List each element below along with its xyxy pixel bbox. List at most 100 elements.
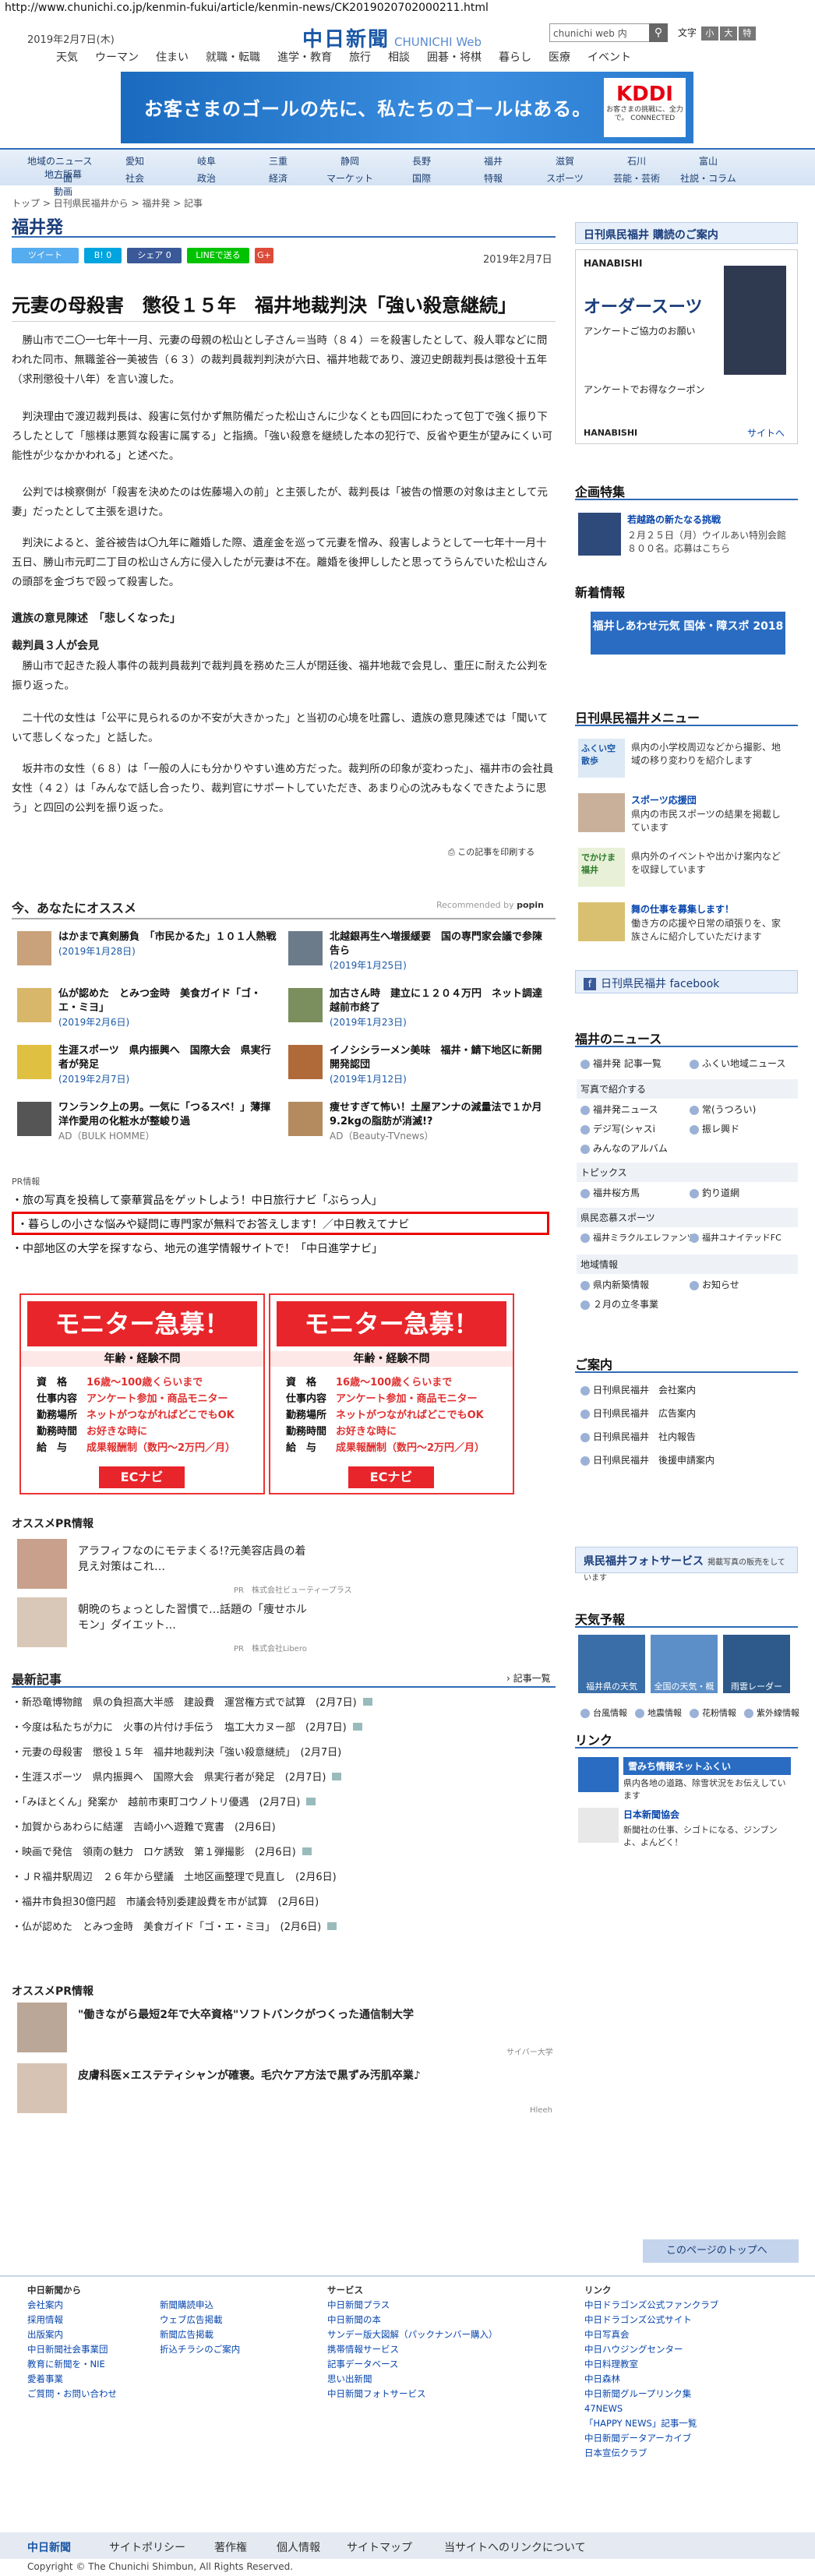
pr-thumb[interactable]	[17, 2003, 67, 2052]
category-item[interactable]: 芸能・芸術	[601, 171, 672, 185]
topnav-item[interactable]: 囲碁・将棋	[427, 51, 482, 64]
footer-logo[interactable]: 中日新聞	[27, 2539, 71, 2555]
line-share-button[interactable]: LINEで送る	[187, 248, 249, 263]
font-small-button[interactable]: 小	[700, 26, 718, 41]
rec-item[interactable]: 生涯スポーツ 県内振興へ 国際大会 県実行者が発足 (2019年2月7日)	[58, 1044, 277, 1085]
menu-icon[interactable]	[578, 793, 625, 832]
weather-national-button[interactable]: 全国の天気・概況	[651, 1635, 718, 1704]
pr-thumb[interactable]	[17, 1539, 67, 1589]
category-item[interactable]: 社会	[99, 171, 171, 185]
rec-item[interactable]: 北越銀再生へ増援緩要 国の専門家会議で参陳告ら (2019年1月25日)	[330, 930, 548, 972]
region-item[interactable]: 滋賀	[529, 154, 601, 168]
topnav-item[interactable]: 天気	[56, 51, 78, 64]
footer-link[interactable]: 個人情報	[277, 2539, 320, 2555]
guide-link[interactable]: 日刊県民福井 後援申請案内	[580, 1453, 714, 1466]
guide-link[interactable]: 日刊県民福井 社内報告	[580, 1430, 696, 1443]
topnav-item[interactable]: ウーマン	[95, 51, 139, 64]
latest-item[interactable]: ・仏が認めた とみつ金時 美食ガイド「ゴ・エ・ミヨ」 (2月6日)	[12, 1918, 343, 1933]
rec-thumb[interactable]	[17, 988, 51, 1022]
weather-link[interactable]: 紫外線情報	[744, 1706, 799, 1719]
category-item[interactable]: スポーツ	[529, 171, 601, 185]
rec-item[interactable]: はかまで真剣勝負 「市民かるた」１０１人熱戦 (2019年1月28日)	[58, 930, 277, 958]
footer-link[interactable]: サイトマップ	[347, 2539, 412, 2555]
weather-fukui-button[interactable]: 福井県の天気	[578, 1635, 645, 1693]
sports-link[interactable]: 福井ユナイテッドFC	[690, 1231, 781, 1244]
topic-link[interactable]: 釣り道網	[690, 1186, 739, 1199]
pr-thumb[interactable]	[17, 1597, 67, 1647]
topnav-item[interactable]: 医療	[549, 51, 570, 64]
region-item[interactable]: 地域のニュース	[27, 154, 99, 168]
latest-item[interactable]: ・映画で発信 領南の魅力 ロケ誘致 第１弾撮影 (2月6日)	[12, 1844, 318, 1858]
topnav-item[interactable]: 相談	[388, 51, 410, 64]
font-larger-button[interactable]: 特	[738, 26, 756, 41]
topnav-item[interactable]: 就職・転職	[206, 51, 260, 64]
guide-link[interactable]: 日刊県民福井 広告案内	[580, 1406, 696, 1420]
news-link[interactable]: 福井発ニュース	[580, 1103, 658, 1116]
menu-icon[interactable]: でかけま福井	[578, 848, 625, 887]
footer-link[interactable]: サイトポリシー	[109, 2539, 185, 2555]
pr-link[interactable]: ・旅の写真を投稿して豪華賞品をゲットしよう！中日旅行ナビ「ぶらっ人」	[12, 1192, 383, 1208]
planning-thumb[interactable]	[578, 513, 621, 556]
topnav-item[interactable]: 暮らし	[499, 51, 531, 64]
region-item[interactable]: 長野	[386, 154, 457, 168]
region-item[interactable]: 三重	[242, 154, 314, 168]
latest-item[interactable]: ・「みほとくん」発案か 越前市東町コウノトリ優遇 (2月7日)	[12, 1794, 322, 1808]
snow-link[interactable]: 雪みち情報ネットふくい	[623, 1757, 791, 1775]
category-item[interactable]: 国際	[386, 171, 457, 185]
rec-thumb[interactable]	[288, 931, 323, 965]
latest-item[interactable]: ・元妻の母殺害 懲役１５年 福井地裁判決「強い殺意継続」 (2月7日)	[12, 1744, 341, 1759]
popin-credit[interactable]: Recommended by popin	[436, 900, 544, 910]
latest-item[interactable]: ・加賀からあわらに結運 吉崎小へ遊難で寛書 (2月6日)	[12, 1819, 276, 1833]
photo-service-link[interactable]: 県民福井フォトサービス 掲載写真の販売をしています	[575, 1547, 798, 1583]
subscribe-link[interactable]: 日刊県民福井 購読のご案内	[575, 222, 798, 244]
facebook-link[interactable]: f 日刊県民福井 facebook	[575, 970, 798, 993]
pr-thumb[interactable]	[17, 2063, 67, 2113]
weather-link[interactable]: 花粉情報	[690, 1706, 736, 1719]
category-item[interactable]: 政治	[171, 171, 242, 185]
news-link[interactable]: みんなのアルバム	[580, 1142, 668, 1155]
snow-logo[interactable]	[578, 1757, 619, 1792]
rec-item[interactable]: 仏が認めた とみつ金時 美食ガイド「ゴ・エ・ミヨ」 (2019年2月6日)	[58, 987, 277, 1029]
latest-item[interactable]: ・新恐竜博物館 県の負担高大半感 建設費 運営権方式で試算 (2月7日)	[12, 1694, 379, 1709]
browser-url[interactable]: http://www.chunichi.co.jp/kenmin-fukui/a…	[5, 2, 489, 14]
topnav-item[interactable]: イベント	[587, 51, 631, 64]
search-input[interactable]: chunichi web 内	[549, 23, 651, 42]
category-item[interactable]: 社説・コラム	[672, 171, 744, 185]
latest-item[interactable]: ・福井市負担30億円超 市議会特別委建設費を市が試算 (2月6日)	[12, 1893, 319, 1908]
rec-thumb[interactable]	[17, 931, 51, 965]
category-item[interactable]: 経済	[242, 171, 314, 185]
news-link[interactable]: ふくい地域ニュース	[690, 1057, 785, 1070]
news-link[interactable]: デジ写(シャスi	[580, 1122, 655, 1135]
pr-item[interactable]: アラフィフなのにモテまくる!?元美容店員の着見え対策はこれ…	[78, 1543, 312, 1574]
local-link[interactable]: ２月の立冬事業	[580, 1297, 658, 1311]
rec-thumb[interactable]	[288, 988, 323, 1022]
pr-link[interactable]: ・暮らしの小さな悩みや疑問に専門家が無料でお答えします！／中日教えてナビ	[17, 1216, 409, 1232]
pr-item[interactable]: 皮膚科医×エステティシャンが確褒。毛穴ケア方法で黒ずみ汚肌卒業♪	[78, 2067, 545, 2083]
rec-thumb[interactable]	[288, 1102, 323, 1136]
region-item[interactable]: 福井	[457, 154, 529, 168]
local-link[interactable]: 県内新築情報	[580, 1278, 649, 1291]
footer-link[interactable]: 当サイトへのリンクについて	[444, 2539, 586, 2555]
latest-item[interactable]: ・生涯スポーツ 県内振興へ 国際大会 県実行者が発足 (2月7日)	[12, 1769, 348, 1784]
monitor-ad-banner[interactable]: モニター急募！ 年齢・経験不問 資 格 16歳～100歳くらいまで 仕事内容 アンケ…	[269, 1293, 514, 1494]
breadcrumb[interactable]: トップ > 日刊県民福井から > 福井発 > 記事	[12, 196, 203, 210]
category-item[interactable]: 特報	[457, 171, 529, 185]
print-link[interactable]: ⎙ この記事を印刷する	[448, 845, 535, 858]
nihon-logo[interactable]	[578, 1808, 619, 1843]
ad-banner-kddi[interactable]: お客さまのゴールの先に、私たちのゴールはある。 KDDI お客さまの挑戦に、全力で…	[121, 72, 693, 143]
pr-link[interactable]: ・中部地区の大学を探すなら、地元の進学情報サイトで！「中日進学ナビ」	[12, 1240, 383, 1256]
facebook-share-button[interactable]: シェア 0	[127, 248, 182, 263]
topic-link[interactable]: 福井桜方馬	[580, 1186, 640, 1199]
rec-thumb[interactable]	[17, 1045, 51, 1079]
footer-link[interactable]: 著作権	[214, 2539, 247, 2555]
weather-link[interactable]: 地震情報	[635, 1706, 682, 1719]
news-link[interactable]: 常(うつろい)	[690, 1103, 756, 1116]
monitor-ad-banner[interactable]: モニター急募！ 年齢・経験不問 資 格 16歳～100歳くらいまで 仕事内容 アンケ…	[19, 1293, 265, 1494]
planning-link[interactable]: 若越路の新たなる挑戦	[627, 513, 721, 526]
latest-item[interactable]: ・今度は私たちが力に 火事の片付け手伝う 塩工大カヌー部 (2月7日)	[12, 1719, 369, 1734]
region-item[interactable]: 愛知	[99, 154, 171, 168]
region-item[interactable]: 岐阜	[171, 154, 242, 168]
weather-link[interactable]: 台風情報	[580, 1706, 627, 1719]
category-item[interactable]: 一面	[27, 171, 99, 185]
topnav-item[interactable]: 旅行	[349, 51, 371, 64]
